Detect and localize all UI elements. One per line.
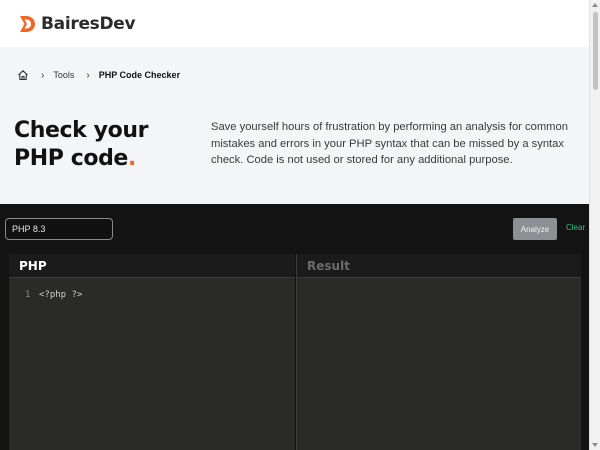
code-checker-panel: PHP 8.3 Analyze Clear PHP 1 <?php ?> Res…	[0, 204, 589, 450]
page-scrollbar[interactable]	[589, 0, 600, 450]
bairesdev-logo-icon	[20, 15, 35, 32]
breadcrumb-separator: ›	[86, 69, 90, 81]
bairesdev-logo[interactable]: BairesDev	[19, 13, 136, 34]
breadcrumb: › Tools › PHP Code Checker	[17, 69, 180, 81]
scrollbar-thumb[interactable]	[593, 12, 598, 90]
analyze-button[interactable]: Analyze	[513, 218, 557, 240]
php-version-select[interactable]: PHP 8.3	[5, 218, 113, 240]
result-title: Result	[297, 254, 581, 278]
top-navigation-bar: BairesDev	[0, 0, 589, 47]
scroll-up-arrow-icon[interactable]	[592, 3, 598, 7]
breadcrumb-separator: ›	[41, 69, 45, 81]
hero-section: › Tools › PHP Code Checker Check your PH…	[0, 47, 589, 204]
home-icon[interactable]	[17, 69, 29, 81]
result-pane: Result	[296, 254, 581, 450]
php-editor-pane[interactable]: PHP 1 <?php ?>	[9, 254, 295, 450]
clear-button[interactable]: Clear	[566, 223, 585, 232]
title-accent-dot: .	[127, 146, 136, 171]
page-title-line-1: Check your	[14, 118, 149, 143]
code-text[interactable]: <?php ?>	[39, 290, 82, 300]
scroll-down-arrow-icon[interactable]	[592, 443, 598, 447]
page-title: Check your PHP code.	[14, 117, 148, 173]
page-description: Save yourself hours of frustration by pe…	[211, 121, 568, 166]
page-title-line-2: PHP code	[14, 146, 128, 171]
line-number: 1	[25, 290, 31, 300]
breadcrumb-item-tools[interactable]: Tools	[53, 70, 74, 80]
brand-name: BairesDev	[41, 13, 136, 34]
php-editor-title: PHP	[9, 254, 295, 278]
breadcrumb-item-php-code-checker: PHP Code Checker	[98, 70, 181, 80]
